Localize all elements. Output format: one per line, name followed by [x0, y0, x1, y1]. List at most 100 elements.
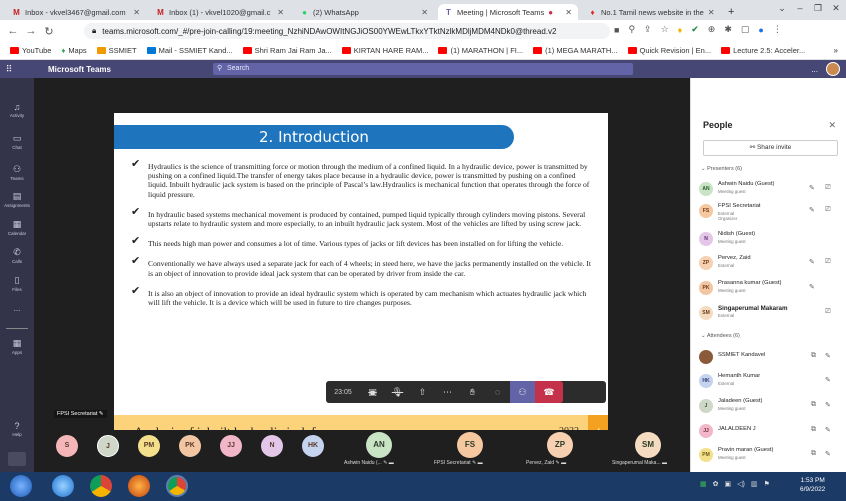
- rail-item-help[interactable]: ? Help: [0, 421, 34, 437]
- zoom-icon[interactable]: ⚲: [628, 24, 635, 35]
- more-actions-button[interactable]: ⋯: [435, 387, 460, 398]
- close-icon[interactable]: ✕: [708, 8, 715, 17]
- camera-icon[interactable]: ■: [614, 25, 619, 35]
- firefox-icon[interactable]: [128, 475, 150, 497]
- participant-avatar[interactable]: JJ: [220, 435, 242, 457]
- taskbar-clock[interactable]: 1:53 PM 6/9/2022: [800, 476, 825, 494]
- bookmark-lecture[interactable]: Lecture 2.5: Acceler...: [721, 46, 805, 55]
- list-item[interactable]: N Nidish (Guest) Meeting guest: [699, 230, 839, 250]
- bookmark-quick-revision[interactable]: Quick Revision | En...: [627, 46, 711, 55]
- mic-toggle-button[interactable]: 🎙︎: [385, 387, 410, 398]
- list-item[interactable]: SM Singaperumal Makaram External ⎚: [699, 304, 839, 324]
- tab-gmail-2[interactable]: M Inbox (1) - vkvel1020@gmail.c ✕: [150, 4, 290, 20]
- tab-gmail-1[interactable]: M Inbox - vkvel3467@gmail.com ✕: [6, 4, 146, 20]
- bookmark-maps[interactable]: ♦ Maps: [61, 46, 86, 55]
- share-icon[interactable]: ⇪: [644, 24, 652, 35]
- extension-check-icon[interactable]: ✔: [691, 24, 699, 35]
- hang-up-button[interactable]: ☎: [535, 381, 563, 403]
- forward-icon[interactable]: →: [22, 25, 40, 37]
- rail-item-assignments[interactable]: ▤ Assignments: [0, 191, 34, 208]
- rail-item-files[interactable]: ▯ Files: [0, 275, 34, 292]
- share-screen-button[interactable]: ⇧: [410, 387, 435, 398]
- list-item[interactable]: PK Prasanna kumar (Guest) Meeting guest …: [699, 279, 839, 299]
- star-icon[interactable]: ☆: [661, 24, 669, 35]
- list-item[interactable]: HK Hemanth Kumar External ✎: [699, 372, 839, 392]
- participant-avatar[interactable]: SM: [635, 432, 661, 458]
- tab-search-icon[interactable]: ⌄: [776, 3, 788, 14]
- tab-whatsapp[interactable]: ● (2) WhatsApp ✕: [294, 4, 434, 20]
- tab-teams[interactable]: T Meeting | Microsoft Teams ● ✕: [438, 4, 578, 20]
- participant-avatar[interactable]: S: [56, 435, 78, 457]
- bookmark-youtube[interactable]: YouTube: [10, 46, 51, 55]
- volume-icon[interactable]: ◁): [737, 480, 745, 488]
- participant-avatar[interactable]: ZP: [547, 432, 573, 458]
- network-icon[interactable]: ▥: [751, 480, 758, 488]
- raise-hand-button[interactable]: ✋︎: [460, 387, 485, 398]
- rail-item-chat[interactable]: ▭ Chat: [0, 133, 34, 150]
- bookmark-marathon[interactable]: (1) MARATHON | FI...: [438, 46, 523, 55]
- participants-button[interactable]: ⚇: [510, 381, 535, 403]
- reload-icon[interactable]: ↻: [40, 25, 58, 38]
- maximize-icon[interactable]: ❐: [812, 3, 824, 14]
- tray-icon[interactable]: ✿: [713, 480, 719, 488]
- close-icon[interactable]: ✕: [565, 8, 572, 17]
- profile-icon[interactable]: ●: [758, 25, 763, 35]
- chrome-icon[interactable]: [90, 475, 112, 497]
- attendees-section-header[interactable]: ⌄ Attendees (6): [701, 333, 740, 339]
- tray-icon[interactable]: ▦: [700, 480, 707, 488]
- chrome-active-icon[interactable]: [166, 475, 188, 497]
- bookmark-shri-ram[interactable]: Shri Ram Jai Ram Ja...: [242, 46, 332, 55]
- list-item[interactable]: PM Pravin maran (Guest) Meeting guest ⧉ …: [699, 446, 839, 466]
- list-item[interactable]: AN Ashwin Naidu (Guest) Meeting guest ✎ …: [699, 180, 839, 200]
- participant-avatar[interactable]: HK: [302, 435, 324, 457]
- participant-avatar[interactable]: J: [97, 435, 119, 457]
- flag-icon[interactable]: ⚑: [763, 480, 769, 488]
- close-icon[interactable]: ✕: [828, 120, 836, 131]
- camera-toggle-button[interactable]: ▣: [360, 387, 385, 398]
- start-button-icon[interactable]: [10, 475, 32, 497]
- bookmark-mega-marathon[interactable]: (1) MEGA MARATH...: [533, 46, 618, 55]
- url-field[interactable]: 🔒︎ teams.microsoft.com/_#/pre-join-calli…: [84, 23, 610, 39]
- rail-item-calls[interactable]: ✆ Calls: [0, 247, 34, 264]
- bookmark-kirtan[interactable]: KIRTAN HARE RAM...: [341, 46, 428, 55]
- rail-item-teams[interactable]: ⚇ Teams: [0, 164, 34, 181]
- list-item[interactable]: ZP Pervez, Zaid External ✎ ⎚: [699, 254, 839, 274]
- back-icon[interactable]: ←: [4, 25, 22, 37]
- close-icon[interactable]: ✕: [277, 8, 284, 17]
- bookmark-mail[interactable]: Mail - SSMIET Kand...: [146, 46, 233, 55]
- tab-news[interactable]: ♦ No.1 Tamil news website in the ✕: [582, 4, 720, 20]
- tray-icon[interactable]: ▣: [725, 480, 732, 488]
- chat-button[interactable]: ◌: [485, 387, 510, 397]
- participant-avatar[interactable]: PM: [138, 435, 160, 457]
- menu-icon[interactable]: ⋮: [773, 24, 782, 35]
- list-item[interactable]: FS FPSI Secretariat External Organizer ✎…: [699, 202, 839, 228]
- close-icon[interactable]: ✕: [421, 8, 428, 17]
- participant-avatar[interactable]: AN: [366, 432, 392, 458]
- more-options-button[interactable]: ...: [811, 65, 818, 74]
- extension-icon[interactable]: ⊕: [708, 24, 716, 35]
- participant-avatar[interactable]: N: [261, 435, 283, 457]
- list-item[interactable]: SSMIET Kandavel ⧉ ✎: [699, 348, 839, 368]
- list-item[interactable]: J Jaladeen (Guest) Meeting guest ⧉ ✎: [699, 397, 839, 417]
- presenters-section-header[interactable]: ⌄ Presenters (6): [701, 166, 742, 172]
- download-app-icon[interactable]: [8, 452, 26, 466]
- share-invite-button[interactable]: ⚯ Share invite: [703, 140, 838, 156]
- avatar[interactable]: [826, 62, 840, 76]
- rail-item-activity[interactable]: ♫ Activity: [0, 102, 34, 118]
- rail-more-button[interactable]: ...: [0, 304, 34, 313]
- participant-avatar[interactable]: FS: [457, 432, 483, 458]
- sidepanel-icon[interactable]: ▢: [741, 24, 750, 35]
- puzzle-icon[interactable]: ✱: [724, 24, 732, 35]
- app-launcher-icon[interactable]: ⠿: [0, 64, 18, 75]
- new-tab-button[interactable]: +: [722, 4, 742, 20]
- bookmarks-more-button[interactable]: »: [834, 46, 838, 55]
- list-item[interactable]: JJ JALALDEEN J ⧉ ✎: [699, 422, 839, 442]
- rail-item-calendar[interactable]: ▦ Calendar: [0, 219, 34, 236]
- rail-item-apps[interactable]: ▦ Apps: [0, 338, 34, 355]
- close-icon[interactable]: ✕: [133, 8, 140, 17]
- participant-avatar[interactable]: PK: [179, 435, 201, 457]
- close-window-icon[interactable]: ✕: [830, 3, 842, 14]
- extension-bulb-icon[interactable]: ♦: [678, 25, 683, 35]
- search-input[interactable]: ⚲ Search: [213, 63, 633, 75]
- bookmark-ssmiet[interactable]: SSMIET: [96, 46, 137, 55]
